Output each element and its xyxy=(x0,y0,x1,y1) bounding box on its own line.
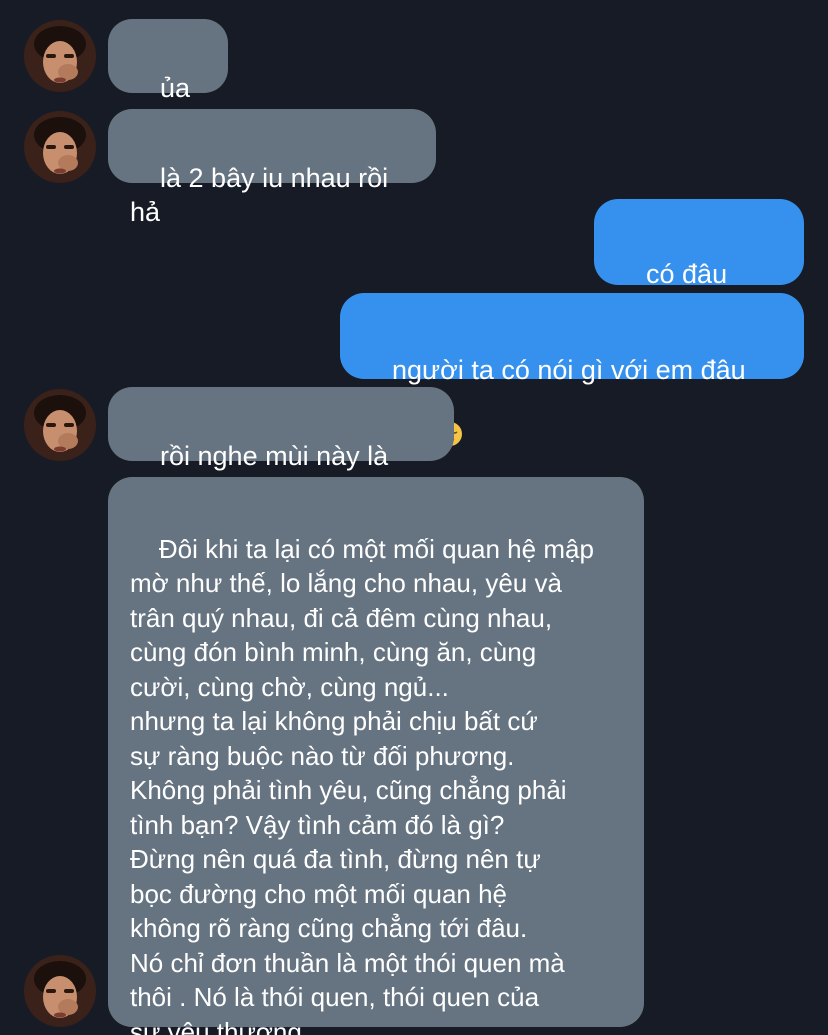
message-text: có đâu xyxy=(646,259,728,289)
message-text: là 2 bây iu nhau rồi hả xyxy=(130,163,396,227)
incoming-message-bubble[interactable]: là 2 bây iu nhau rồi hả xyxy=(108,109,436,227)
incoming-message-bubble[interactable]: ủa mà xyxy=(108,19,228,137)
incoming-message-bubble[interactable]: rồi nghe mùi này là biết xyxy=(108,387,454,505)
avatar-photo xyxy=(24,955,96,1027)
message-text: người ta có nói gì với em đâu xyxy=(392,355,746,385)
message-text: Đôi khi ta lại có một mối quan hệ mập mờ… xyxy=(130,533,594,1035)
contact-avatar[interactable] xyxy=(24,389,96,461)
avatar-photo xyxy=(24,20,96,92)
contact-avatar[interactable] xyxy=(24,955,96,1027)
contact-avatar[interactable] xyxy=(24,20,96,92)
avatar-photo xyxy=(24,111,96,183)
incoming-message-bubble[interactable]: Đôi khi ta lại có một mối quan hệ mập mờ… xyxy=(108,477,644,1035)
outgoing-message-bubble[interactable]: người ta có nói gì với em đâu xyxy=(340,293,804,446)
outgoing-message-bubble[interactable]: có đâu xyxy=(594,199,804,347)
avatar-photo xyxy=(24,389,96,461)
contact-avatar[interactable] xyxy=(24,111,96,183)
chat-thread: ủa mà là 2 bây iu nhau rồi hả có đâu xyxy=(0,0,828,1035)
